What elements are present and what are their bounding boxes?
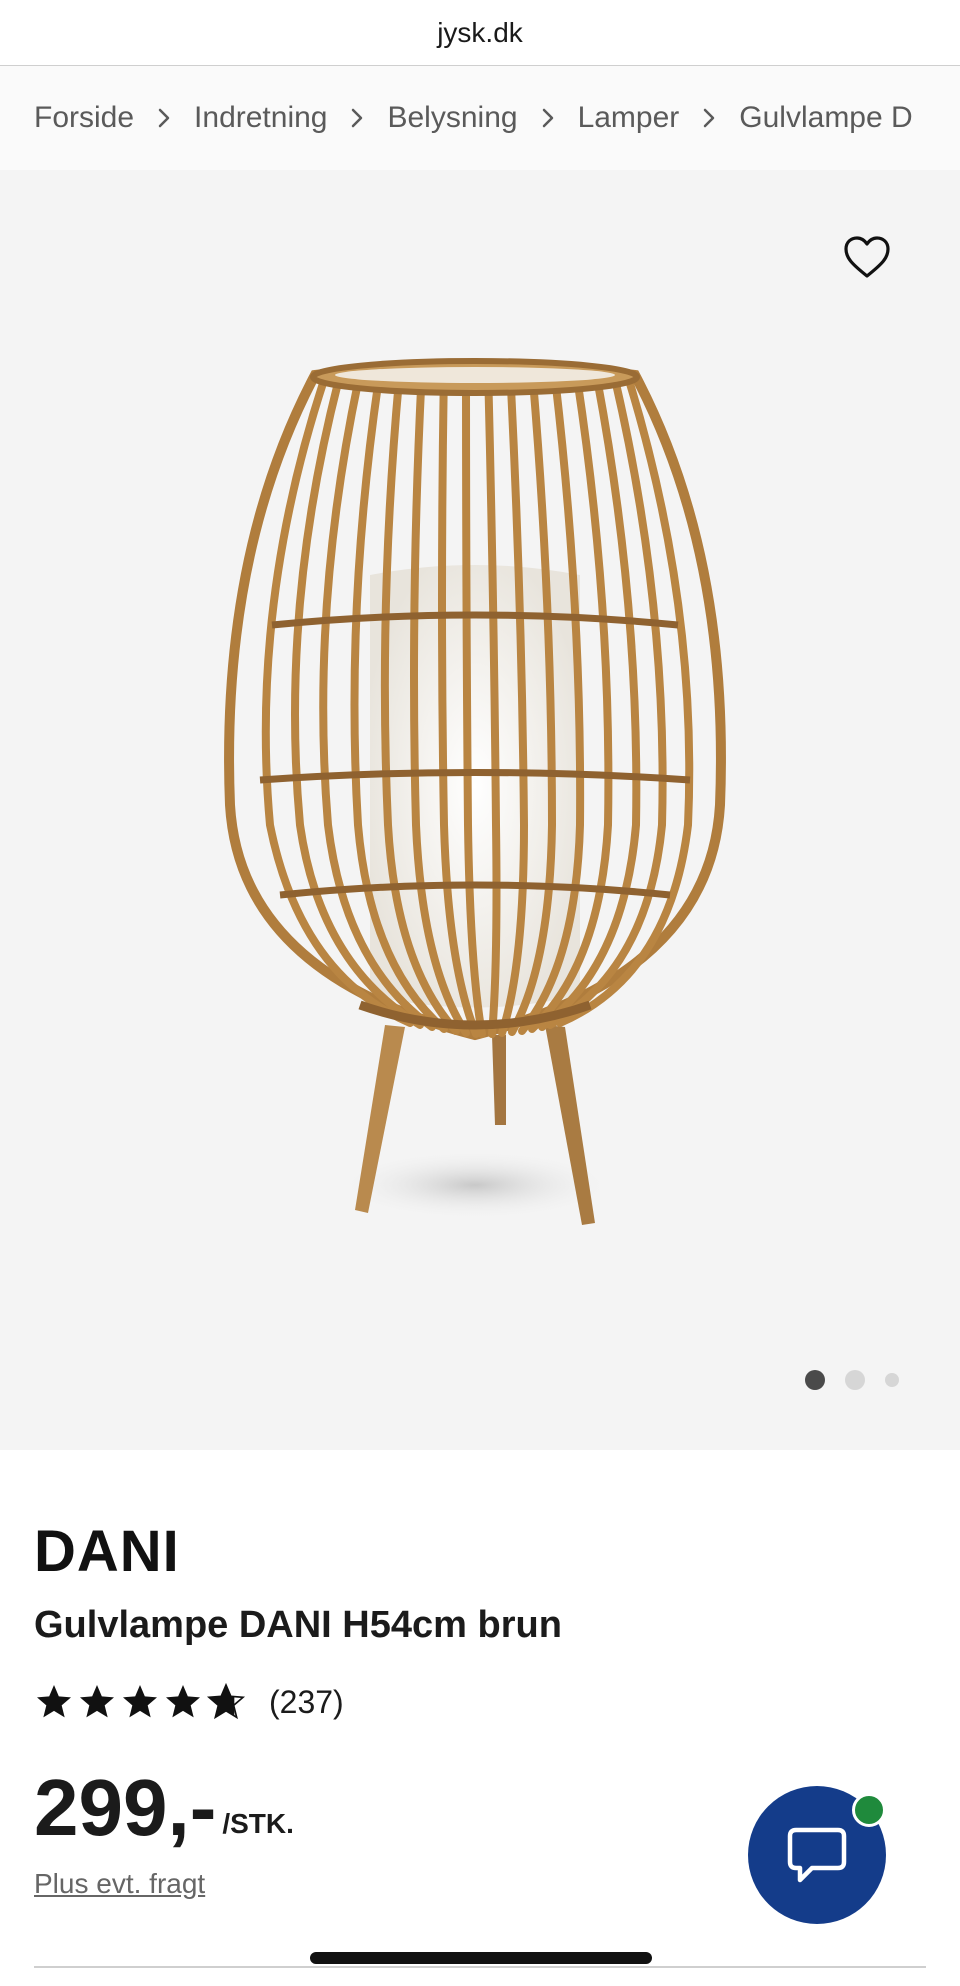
breadcrumb-item-current[interactable]: Gulvlampe D	[739, 101, 912, 135]
breadcrumb-item-lamper[interactable]: Lamper	[578, 101, 680, 135]
gallery-dot-3[interactable]	[885, 1373, 899, 1387]
product-name: Gulvlampe DANI H54cm brun	[34, 1604, 562, 1646]
home-indicator[interactable]	[310, 1952, 652, 1964]
chevron-right-icon	[134, 103, 194, 133]
star-icon	[80, 1685, 114, 1718]
star-half-icon	[206, 1682, 246, 1720]
product-price: 299,- /STK.	[34, 1768, 294, 1848]
heart-icon[interactable]	[842, 234, 892, 280]
gallery-pagination[interactable]	[805, 1370, 919, 1390]
chevron-right-icon	[679, 103, 739, 133]
price-value: 299,-	[34, 1763, 217, 1852]
star-icon	[166, 1685, 200, 1718]
star-icon	[37, 1685, 71, 1718]
product-image	[224, 358, 726, 1225]
product-page: jysk.dk Forside Indretning Belysning Lam…	[0, 0, 960, 1986]
gallery-dot-1[interactable]	[805, 1370, 825, 1390]
product-rating[interactable]: (237)	[34, 1682, 344, 1722]
breadcrumb-item-indretning[interactable]: Indretning	[194, 101, 327, 135]
price-unit: /STK.	[222, 1808, 294, 1839]
chevron-right-icon	[518, 103, 578, 133]
gallery-dot-2[interactable]	[845, 1370, 865, 1390]
review-count[interactable]: (237)	[269, 1684, 344, 1721]
breadcrumb-item-belysning[interactable]: Belysning	[387, 101, 517, 135]
divider	[34, 1966, 926, 1968]
rating-stars	[34, 1682, 249, 1722]
url-text: jysk.dk	[437, 16, 523, 48]
chat-bubble-icon	[787, 1827, 847, 1883]
online-status-indicator	[852, 1793, 886, 1827]
chevron-right-icon	[327, 103, 387, 133]
star-icon	[123, 1685, 157, 1718]
breadcrumb: Forside Indretning Belysning Lamper Gulv…	[0, 66, 960, 170]
product-brand: DANI	[34, 1519, 180, 1584]
shipping-link[interactable]: Plus evt. fragt	[34, 1868, 205, 1900]
browser-url-bar[interactable]: jysk.dk	[0, 0, 960, 66]
breadcrumb-item-forside[interactable]: Forside	[34, 101, 134, 135]
